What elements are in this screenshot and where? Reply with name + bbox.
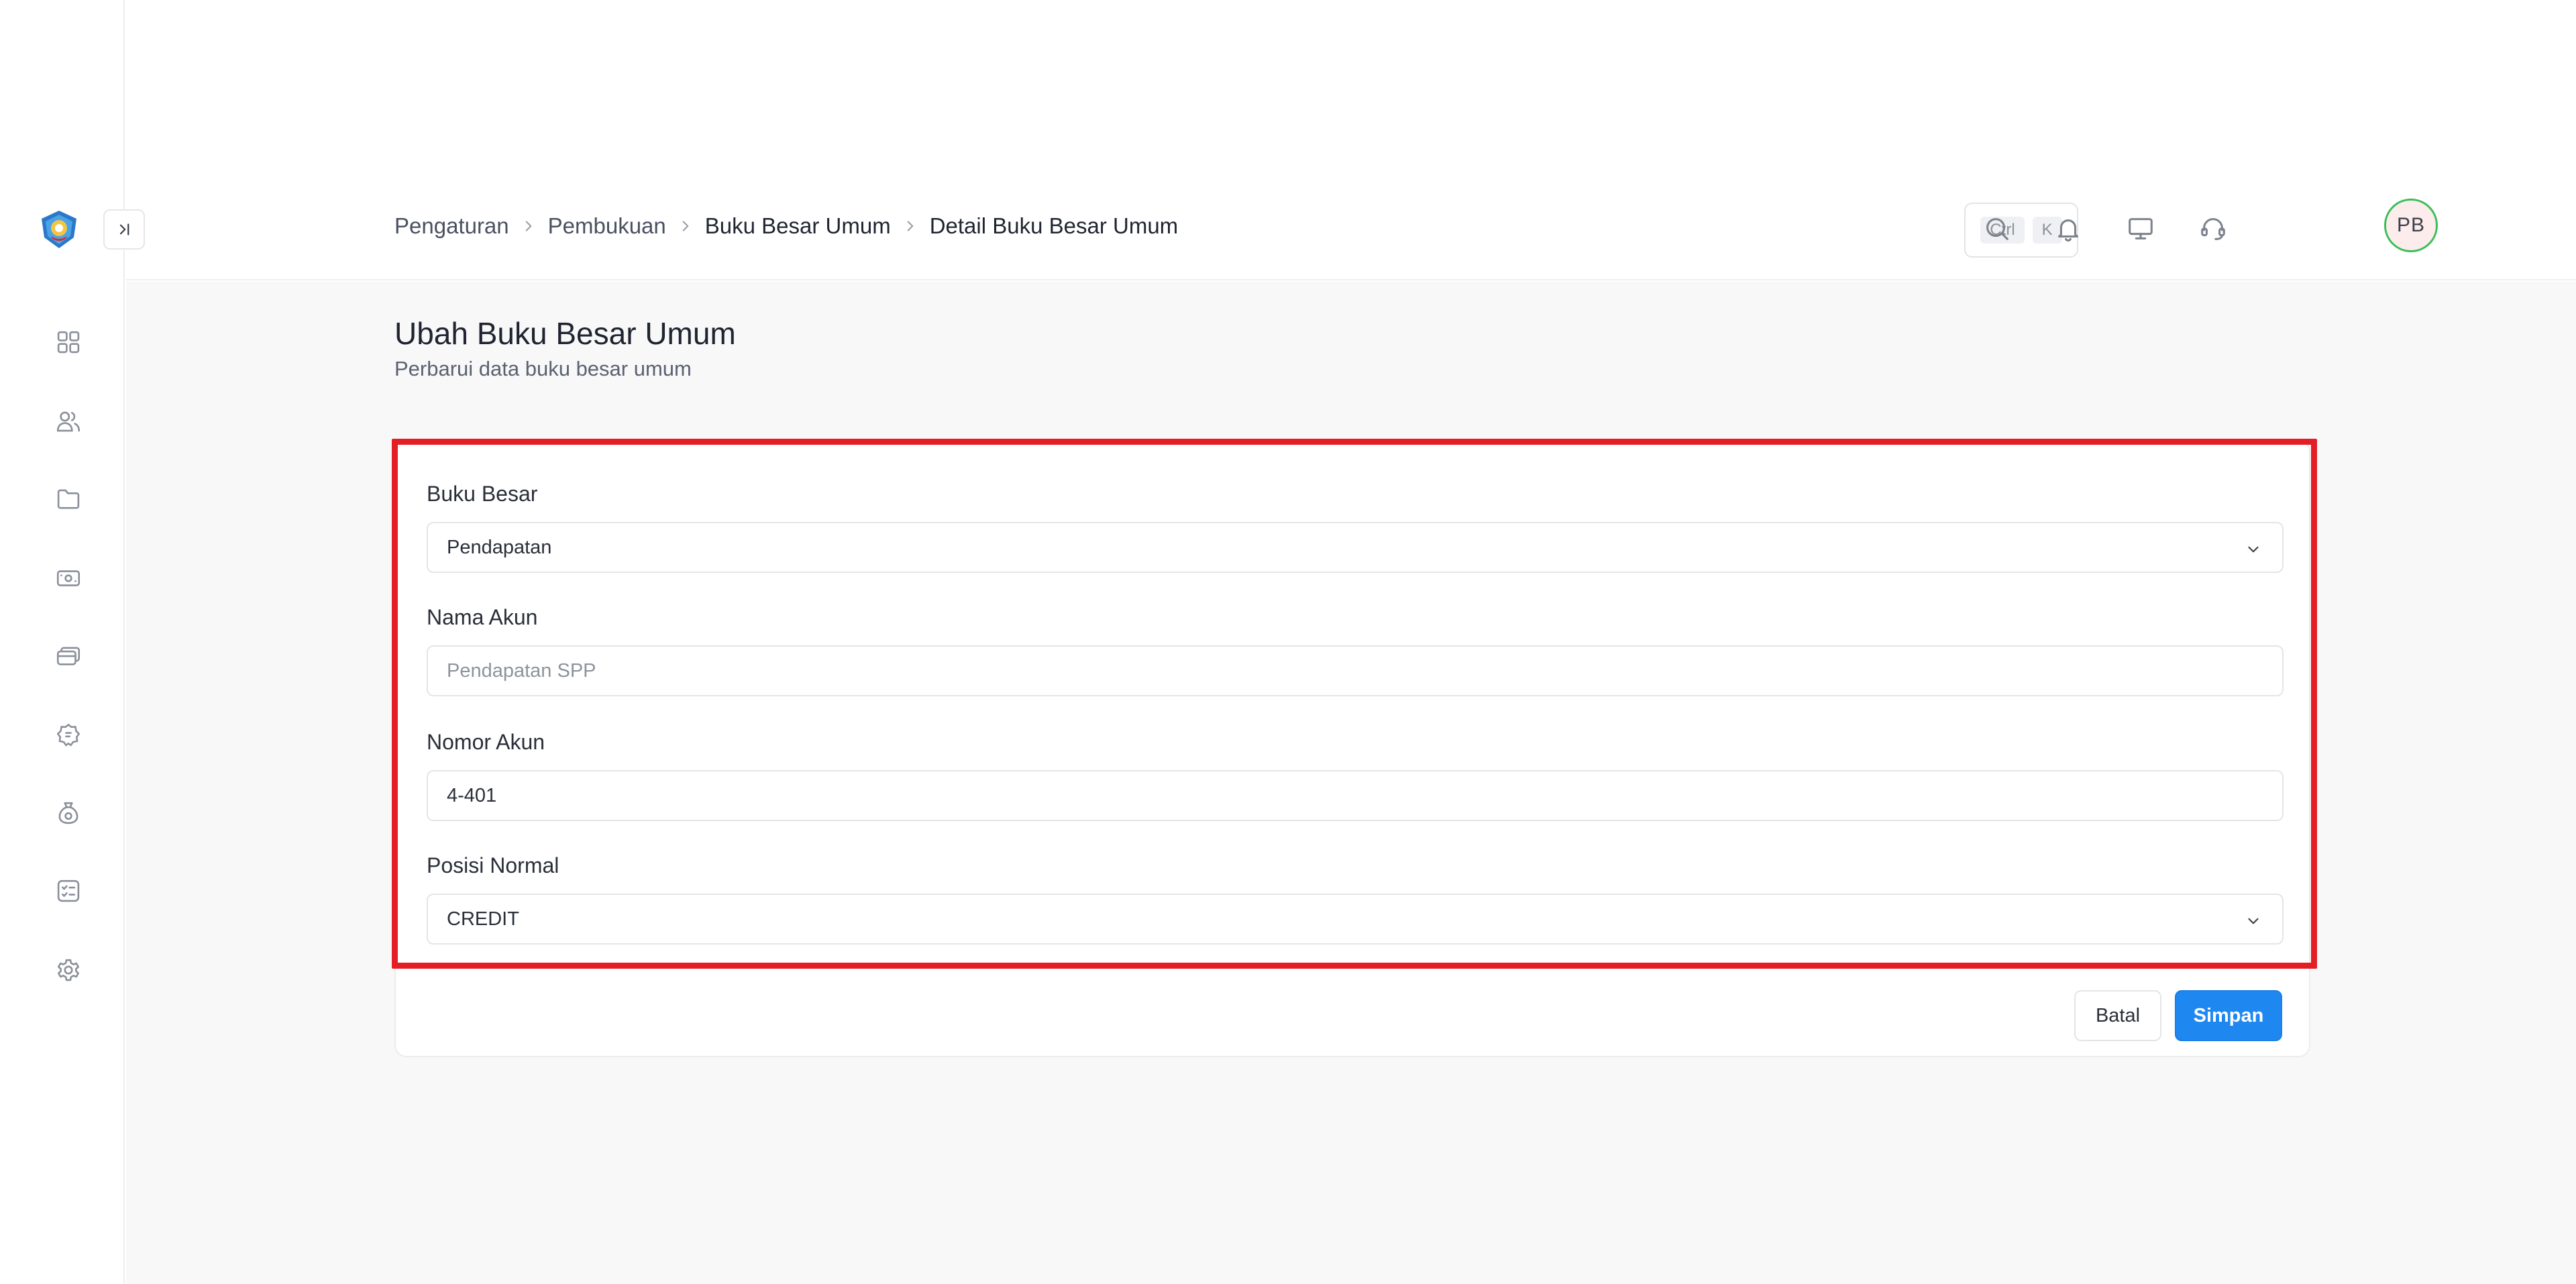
panel-expand-icon [114, 219, 134, 239]
coin-bag-icon [54, 799, 83, 827]
cards-icon [54, 642, 83, 670]
sidebar-item-dashboard[interactable] [52, 326, 85, 358]
top-header: Pengaturan Pembukuan Buku Besar Umum Det… [126, 172, 2576, 280]
buku-besar-value: Pendapatan [447, 536, 552, 558]
page-title: Ubah Buku Besar Umum [394, 316, 736, 351]
chevron-right-icon [519, 216, 539, 236]
posisi-normal-value: CREDIT [447, 908, 519, 930]
save-button[interactable]: Simpan [2175, 990, 2282, 1041]
nama-akun-input[interactable]: Pendapatan SPP [427, 645, 2284, 696]
sidebar-item-settings[interactable] [52, 954, 85, 986]
badge-icon [54, 721, 83, 749]
avatar-initials: PB [2396, 214, 2426, 236]
posisi-normal-select[interactable]: CREDIT [427, 894, 2284, 945]
sidebar-item-folder[interactable] [52, 483, 85, 515]
notifications-button[interactable] [2053, 213, 2084, 244]
chevron-right-icon [900, 216, 920, 236]
support-button[interactable] [2198, 213, 2229, 244]
sidebar-item-badge[interactable] [52, 719, 85, 751]
page-subtitle: Perbarui data buku besar umum [394, 357, 692, 380]
search-icon [1982, 213, 2012, 244]
cash-icon [54, 564, 83, 592]
sidebar-item-users[interactable] [52, 405, 85, 437]
highlight-frame [392, 439, 2317, 969]
chevron-down-icon [2245, 541, 2262, 558]
sidebar-item-checklist[interactable] [52, 875, 85, 907]
edit-form-card: Buku Besar Pendapatan Nama Akun Pendapat… [392, 439, 2317, 1057]
search-button[interactable] [1982, 213, 2012, 244]
sidebar-toggle-button[interactable] [103, 209, 145, 250]
chevron-down-icon [2245, 912, 2262, 930]
main-content: Ubah Buku Besar Umum Perbarui data buku … [126, 282, 2576, 1284]
user-avatar[interactable]: PB [2384, 199, 2438, 252]
nomor-akun-input[interactable]: 4-401 [427, 770, 2284, 821]
folder-icon [54, 485, 83, 513]
checklist-icon [54, 877, 83, 905]
posisi-normal-label: Posisi Normal [427, 853, 559, 877]
users-icon [54, 407, 83, 435]
cancel-button[interactable]: Batal [2074, 990, 2161, 1041]
buku-besar-select[interactable]: Pendapatan [427, 522, 2284, 573]
breadcrumb-item-buku-besar-umum[interactable]: Buku Besar Umum [705, 213, 891, 239]
buku-besar-label: Buku Besar [427, 482, 538, 506]
display-button[interactable] [2125, 213, 2156, 244]
dashboard-icon [54, 328, 83, 356]
sidebar-item-coin-bag[interactable] [52, 797, 85, 829]
breadcrumb: Pengaturan Pembukuan Buku Besar Umum Det… [394, 172, 1178, 280]
gear-icon [54, 956, 83, 984]
breadcrumb-item-pengaturan[interactable]: Pengaturan [394, 213, 509, 239]
nama-akun-placeholder: Pendapatan SPP [447, 659, 596, 682]
headset-icon [2198, 213, 2229, 244]
sidebar-item-cards[interactable] [52, 640, 85, 672]
app-logo[interactable] [39, 209, 79, 250]
nomor-akun-label: Nomor Akun [427, 730, 545, 754]
sidebar-item-cash[interactable] [52, 562, 85, 594]
bell-icon [2053, 213, 2084, 244]
breadcrumb-item-current: Detail Buku Besar Umum [929, 213, 1179, 238]
nama-akun-label: Nama Akun [427, 605, 538, 629]
nomor-akun-value: 4-401 [447, 784, 497, 806]
monitor-icon [2125, 213, 2156, 244]
breadcrumb-item-pembukuan[interactable]: Pembukuan [548, 213, 666, 239]
chevron-right-icon [676, 216, 696, 236]
